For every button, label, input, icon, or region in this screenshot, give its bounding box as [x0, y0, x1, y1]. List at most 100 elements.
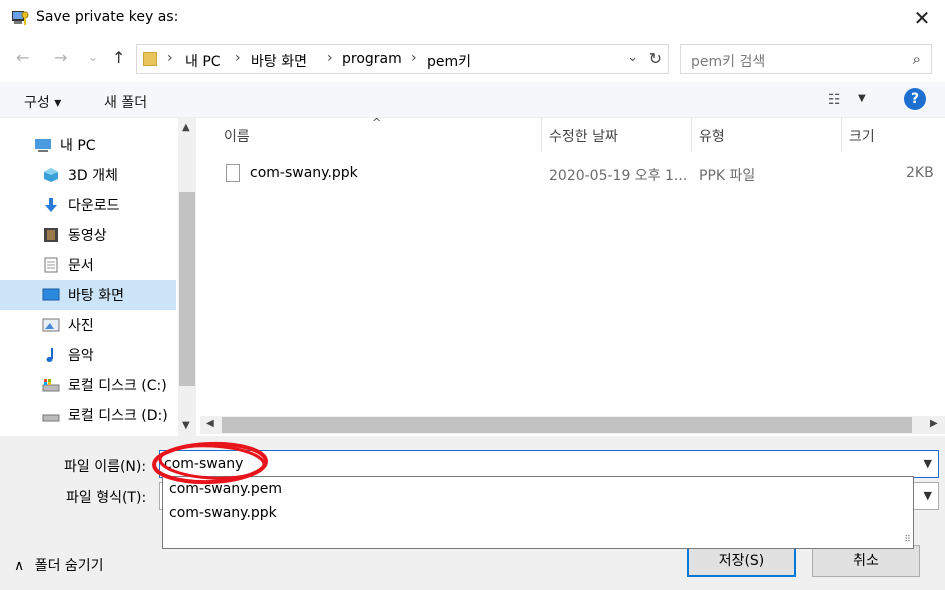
search-icon[interactable]: ⌕ [913, 50, 921, 68]
column-header-type[interactable]: 유형 [699, 118, 725, 152]
file-list: ^ 이름 수정한 날짜 유형 크기 com-swany.ppk 2020-05-… [200, 116, 945, 436]
breadcrumb-separator[interactable]: › [327, 50, 333, 66]
breadcrumb-separator[interactable]: › [411, 50, 417, 66]
3d-objects-icon [44, 168, 58, 182]
sidebar-item-label: 3D 개체 [68, 168, 118, 184]
scroll-left-icon[interactable]: ◀ [206, 418, 214, 429]
address-bar[interactable]: › 내 PC › 바탕 화면 › program › pem키 ⌄ ↻ [136, 44, 669, 74]
sidebar-item-drive-c[interactable]: 로컬 디스크 (C:) [0, 370, 176, 400]
sidebar-item-label: 다운로드 [68, 198, 120, 214]
close-button[interactable]: ✕ [899, 0, 945, 36]
filename-label: 파일 이름(N): [64, 459, 147, 475]
search-input[interactable]: pem키 검색 ⌕ [680, 44, 932, 74]
organize-button[interactable]: 구성 ▾ [24, 92, 61, 112]
navigation-bar: ← → ⌄ ↑ › 내 PC › 바탕 화면 › program › pem키 … [0, 40, 945, 78]
putty-key-icon [12, 11, 29, 25]
breadcrumb-item[interactable]: 바탕 화면 [251, 51, 307, 71]
column-divider[interactable] [691, 118, 692, 152]
resize-grip-icon[interactable]: ⠿ [904, 535, 910, 545]
scroll-right-icon[interactable]: ▶ [930, 418, 938, 429]
filetype-label: 파일 형식(T): [66, 490, 147, 506]
file-size: 2KB [906, 165, 934, 181]
music-icon [46, 348, 53, 362]
help-button[interactable]: ? [904, 88, 926, 110]
horizontal-scrollbar[interactable]: ◀ ▶ [200, 416, 945, 434]
sidebar-item-3d-objects[interactable]: 3D 개체 [0, 160, 176, 190]
save-button[interactable]: 저장(S) [687, 545, 796, 577]
sort-ascending-icon: ^ [372, 116, 382, 129]
sidebar-item-label: 동영상 [68, 228, 107, 244]
sidebar-item-label: 사진 [68, 318, 94, 334]
desktop-icon [42, 288, 60, 301]
autocomplete-item[interactable]: com-swany.ppk [169, 505, 277, 521]
scroll-up-icon[interactable]: ▲ [182, 122, 190, 133]
file-icon [226, 164, 240, 182]
breadcrumb-item[interactable]: 내 PC [185, 51, 221, 71]
column-divider[interactable] [541, 118, 542, 152]
sidebar-item-this-pc[interactable]: 내 PC [0, 130, 176, 160]
pc-icon [35, 139, 51, 152]
video-icon [44, 228, 58, 242]
chevron-up-icon: ∧ [14, 558, 25, 574]
refresh-icon[interactable]: ↻ [649, 49, 662, 68]
file-type: PPK 파일 [699, 168, 756, 184]
sidebar-item-drive-d[interactable]: 로컬 디스크 (D:) [0, 400, 176, 430]
sidebar-item-label: 로컬 디스크 (D:) [68, 408, 168, 424]
scroll-down-icon[interactable]: ▼ [182, 420, 190, 431]
sidebar-item-documents[interactable]: 문서 [0, 250, 176, 280]
file-name: com-swany.ppk [250, 165, 358, 181]
close-icon: ✕ [913, 6, 931, 30]
sidebar-item-label: 내 PC [60, 138, 96, 154]
picture-icon [42, 318, 60, 332]
document-icon [44, 257, 58, 273]
navigation-pane: 내 PC 3D 개체 다운로드 동영상 문서 바탕 화면 사진 음악 로컬 디스… [0, 118, 196, 436]
command-bar: 구성 ▾ 새 폴더 ☷ ▼ ? [0, 82, 945, 118]
address-dropdown-icon[interactable]: ⌄ [627, 50, 638, 65]
column-header-modified[interactable]: 수정한 날짜 [549, 118, 618, 152]
breadcrumb-separator[interactable]: › [167, 50, 173, 66]
sidebar-item-label: 문서 [68, 258, 94, 274]
chevron-down-icon[interactable]: ▼ [924, 457, 932, 470]
recent-locations-icon[interactable]: ⌄ [88, 50, 98, 64]
title-bar: Save private key as: ✕ [0, 0, 945, 36]
view-options-icon[interactable]: ☷ [828, 92, 841, 108]
sidebar-item-pictures[interactable]: 사진 [0, 310, 176, 340]
filename-field[interactable]: com-swany ▼ [159, 450, 939, 478]
sidebar-item-music[interactable]: 음악 [0, 340, 176, 370]
hide-folders-label: 폴더 숨기기 [34, 558, 104, 574]
sidebar-item-downloads[interactable]: 다운로드 [0, 190, 176, 220]
sidebar-item-label: 바탕 화면 [68, 288, 124, 304]
sidebar-scrollbar[interactable]: ▲ ▼ [178, 118, 196, 436]
column-header-name[interactable]: 이름 [224, 118, 250, 152]
drive-icon [42, 414, 60, 422]
folder-icon [143, 52, 157, 66]
column-header-size[interactable]: 크기 [849, 118, 875, 152]
up-icon[interactable]: ↑ [112, 48, 125, 67]
download-icon [45, 198, 57, 212]
breadcrumb-separator[interactable]: › [235, 50, 241, 66]
sidebar-item-label: 로컬 디스크 (C:) [68, 378, 167, 394]
back-icon[interactable]: ← [16, 48, 29, 67]
breadcrumb-item[interactable]: program [342, 51, 402, 67]
file-modified: 2020-05-19 오후 1... [549, 168, 688, 184]
new-folder-button[interactable]: 새 폴더 [104, 92, 147, 112]
autocomplete-item[interactable]: com-swany.pem [169, 481, 282, 497]
sidebar-item-videos[interactable]: 동영상 [0, 220, 176, 250]
column-divider[interactable] [841, 118, 842, 152]
search-placeholder: pem키 검색 [691, 54, 766, 70]
hide-folders-toggle[interactable]: ∧ 폴더 숨기기 [14, 555, 104, 575]
chevron-down-icon[interactable]: ▼ [924, 489, 932, 502]
scrollbar-thumb[interactable] [179, 192, 195, 386]
table-row[interactable]: com-swany.ppk 2020-05-19 오후 1... PPK 파일 … [200, 160, 945, 186]
breadcrumb-item[interactable]: pem키 [427, 51, 471, 71]
scrollbar-thumb[interactable] [222, 417, 912, 433]
cancel-button[interactable]: 취소 [812, 545, 920, 577]
window-title: Save private key as: [36, 9, 179, 25]
sidebar-item-label: 음악 [68, 348, 94, 364]
forward-icon[interactable]: → [54, 48, 67, 67]
filename-value: com-swany [164, 456, 244, 472]
autocomplete-list: com-swany.pem com-swany.ppk ⠿ [162, 476, 914, 549]
sidebar-item-desktop[interactable]: 바탕 화면 [0, 280, 176, 310]
view-dropdown-icon[interactable]: ▼ [858, 93, 866, 104]
drive-icon [42, 379, 60, 392]
